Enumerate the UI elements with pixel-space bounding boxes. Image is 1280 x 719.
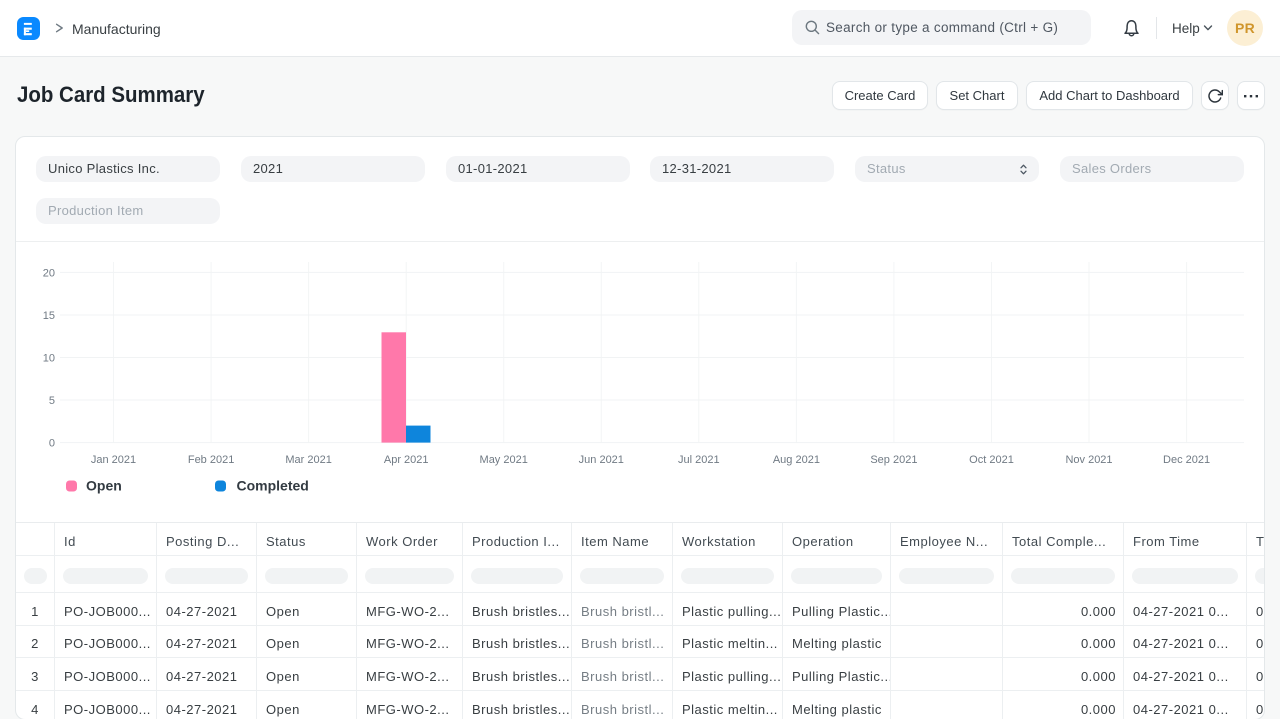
svg-text:Aug 2021: Aug 2021 xyxy=(773,454,820,466)
svg-text:Feb 2021: Feb 2021 xyxy=(188,454,234,466)
svg-text:Open: Open xyxy=(86,478,122,494)
svg-text:Jul 2021: Jul 2021 xyxy=(678,454,720,466)
svg-text:15: 15 xyxy=(43,310,55,322)
svg-text:Mar 2021: Mar 2021 xyxy=(285,454,331,466)
svg-text:20: 20 xyxy=(43,267,55,279)
svg-text:Dec 2021: Dec 2021 xyxy=(1163,454,1210,466)
svg-text:0: 0 xyxy=(49,438,55,450)
svg-text:Completed: Completed xyxy=(237,478,309,494)
svg-text:Apr 2021: Apr 2021 xyxy=(384,454,429,466)
svg-text:May 2021: May 2021 xyxy=(480,454,528,466)
svg-text:10: 10 xyxy=(43,353,55,365)
svg-text:Jun 2021: Jun 2021 xyxy=(579,454,624,466)
svg-text:5: 5 xyxy=(49,395,55,407)
svg-text:Jan 2021: Jan 2021 xyxy=(91,454,136,466)
svg-text:Sep 2021: Sep 2021 xyxy=(870,454,917,466)
svg-text:Nov 2021: Nov 2021 xyxy=(1065,454,1112,466)
svg-text:Oct 2021: Oct 2021 xyxy=(969,454,1014,466)
